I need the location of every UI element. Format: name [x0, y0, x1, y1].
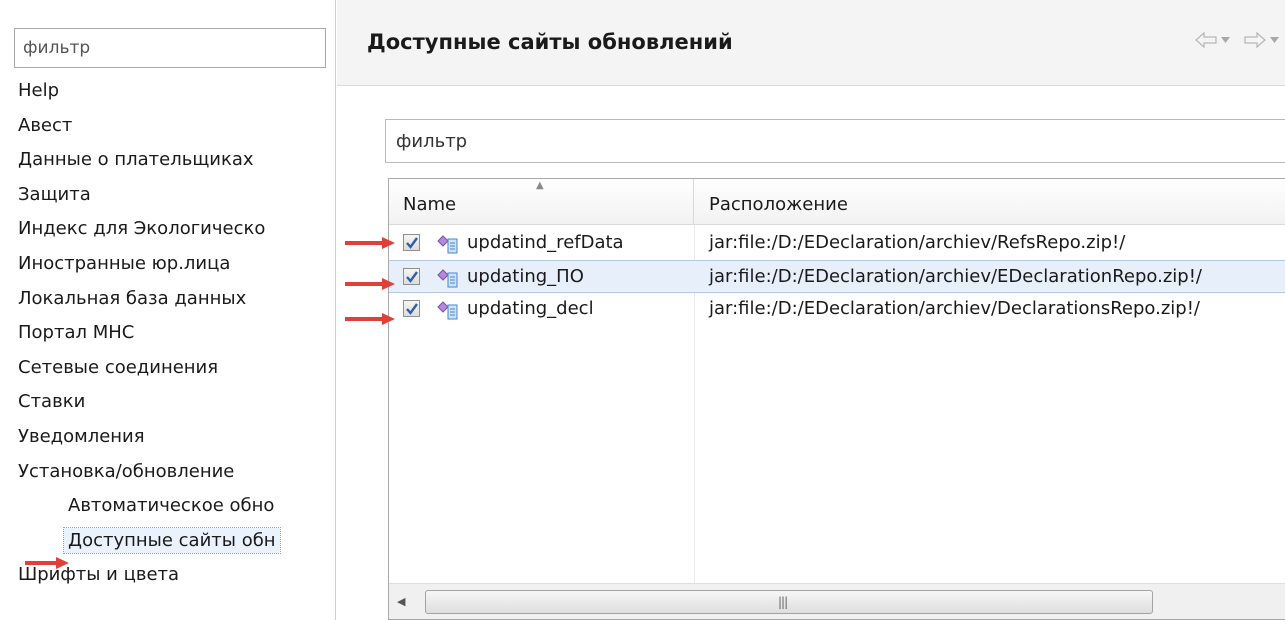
page-navigation — [1195, 32, 1279, 48]
table-rows: updatind_refData jar:file:/D:/EDeclarati… — [389, 227, 1285, 326]
grip-icon: ||| — [778, 595, 788, 609]
checkmark-icon — [406, 271, 418, 283]
tree-item-notifications[interactable]: Уведомления — [0, 420, 336, 455]
annotation-arrow-icon — [345, 237, 395, 249]
tree-item-automatic-updates[interactable]: Автоматическое обно — [0, 489, 336, 524]
update-sites-table: Name ▲ Расположение updatind_refData jar… — [388, 178, 1285, 620]
annotation-arrow-icon — [25, 557, 69, 569]
update-site-icon — [437, 301, 458, 320]
site-enabled-checkbox[interactable] — [403, 268, 420, 285]
navigation-filter-input[interactable] — [14, 28, 326, 68]
site-name: updatind_refData — [467, 232, 624, 253]
site-location: jar:file:/D:/EDeclaration/archiev/RefsRe… — [709, 232, 1126, 253]
tree-item-local-database[interactable]: Локальная база данных — [0, 282, 336, 317]
tree-item-rates[interactable]: Ставки — [0, 385, 336, 420]
site-name: updating_decl — [467, 298, 594, 319]
tree-item-available-update-sites[interactable]: Доступные сайты обн — [0, 524, 336, 559]
annotation-arrow-icon — [345, 313, 395, 325]
scrollbar-thumb[interactable]: ||| — [425, 590, 1153, 614]
checkmark-icon — [406, 303, 418, 315]
tree-item-mns-portal[interactable]: Портал МНС — [0, 316, 336, 351]
preference-page: Доступные сайты обновлений фильтр Name ▲… — [337, 0, 1285, 620]
back-button[interactable] — [1195, 32, 1230, 48]
page-content: Name ▲ Расположение — [337, 87, 1285, 620]
tree-item-network-connections[interactable]: Сетевые соединения — [0, 351, 336, 386]
chevron-down-icon — [1270, 37, 1279, 43]
table-row[interactable]: updatind_refData jar:file:/D:/EDeclarati… — [389, 227, 1285, 260]
update-site-icon — [437, 235, 458, 254]
column-header-name[interactable]: Name ▲ — [389, 179, 694, 225]
checkmark-icon — [406, 237, 418, 249]
sort-ascending-icon: ▲ — [536, 180, 544, 191]
sites-filter-input[interactable] — [385, 119, 1285, 163]
preferences-tree: Help Авест Данные о плательщиках Защита … — [0, 74, 336, 593]
back-arrow-icon — [1195, 32, 1217, 48]
table-row[interactable]: updating_decl jar:file:/D:/EDeclaration/… — [389, 293, 1285, 326]
forward-arrow-icon — [1244, 32, 1266, 48]
site-enabled-checkbox[interactable] — [403, 300, 420, 317]
update-site-icon — [437, 269, 458, 288]
tree-item-foreign-entities[interactable]: Иностранные юр.лица — [0, 247, 336, 282]
site-name: updating_ПО — [467, 266, 584, 287]
tree-item-help[interactable]: Help — [0, 74, 336, 109]
tree-item-security[interactable]: Защита — [0, 178, 336, 213]
preferences-navigation-pane: Help Авест Данные о плательщиках Защита … — [0, 0, 336, 620]
table-header: Name ▲ Расположение — [389, 179, 1285, 225]
tree-item-ecology-index[interactable]: Индекс для Экологическо — [0, 212, 336, 247]
annotation-arrow-icon — [345, 278, 395, 290]
tree-item-install-update[interactable]: Установка/обновление — [0, 455, 336, 490]
site-location: jar:file:/D:/EDeclaration/archiev/Declar… — [709, 298, 1200, 319]
column-header-location[interactable]: Расположение — [695, 179, 1285, 225]
site-location: jar:file:/D:/EDeclaration/archiev/EDecla… — [709, 266, 1202, 287]
table-row[interactable]: updating_ПО jar:file:/D:/EDeclaration/ar… — [389, 260, 1285, 293]
page-header: Доступные сайты обновлений — [337, 0, 1285, 86]
scroll-left-icon[interactable]: ◀ — [397, 594, 411, 610]
page-title: Доступные сайты обновлений — [367, 30, 733, 54]
horizontal-scrollbar[interactable]: ◀ ||| — [389, 583, 1285, 619]
site-enabled-checkbox[interactable] — [403, 234, 420, 251]
tree-item-payer-data[interactable]: Данные о плательщиках — [0, 143, 336, 178]
tree-item-avest[interactable]: Авест — [0, 109, 336, 144]
forward-button[interactable] — [1244, 32, 1279, 48]
chevron-down-icon — [1221, 37, 1230, 43]
